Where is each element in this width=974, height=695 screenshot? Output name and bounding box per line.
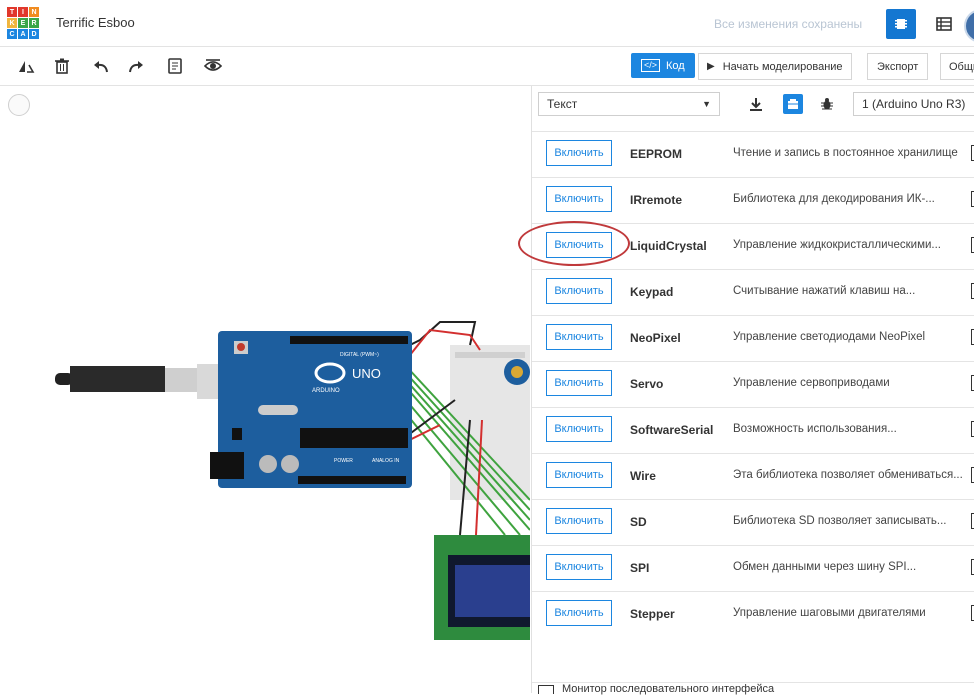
rotate-icon[interactable]: [16, 56, 36, 76]
library-description: Управление сервоприводами: [733, 377, 890, 389]
circuit-canvas[interactable]: ARDUINO UNO DIGITAL (PWM~) POWER ANALOG …: [0, 86, 530, 693]
arduino-uno-board: ARDUINO UNO DIGITAL (PWM~) POWER ANALOG …: [210, 331, 412, 488]
serial-monitor-bar[interactable]: Монитор последовательного интерфейса: [532, 682, 974, 695]
library-description: Возможность использования...: [733, 423, 897, 435]
library-description: Эта библиотека позволяет обмениваться...: [733, 469, 963, 481]
logo-letter: D: [29, 29, 39, 39]
library-description: Библиотека SD позволяет записывать...: [733, 515, 947, 527]
library-row: Включить Stepper Управление шаговыми дви…: [532, 591, 974, 637]
library-row: Включить SoftwareSerial Возможность испо…: [532, 407, 974, 453]
library-description: Чтение и запись в постоянное хранилище: [733, 147, 958, 159]
schematic-view-button[interactable]: [929, 9, 959, 39]
user-avatar[interactable]: [964, 9, 974, 43]
notes-icon[interactable]: [165, 56, 185, 76]
library-description: Считывание нажатий клавиш на...: [733, 285, 916, 297]
library-list: Включить EEPROM Чтение и запись в постоя…: [532, 131, 974, 637]
library-name: SPI: [630, 561, 650, 575]
library-row: Включить Keypad Считывание нажатий клави…: [532, 269, 974, 315]
share-label: Общи: [949, 60, 974, 73]
library-row: Включить Wire Эта библиотека позволяет о…: [532, 453, 974, 499]
code-button[interactable]: </> Код: [631, 53, 695, 78]
library-name: SD: [630, 515, 647, 529]
export-label: Экспорт: [877, 60, 919, 73]
include-library-button[interactable]: Включить: [546, 600, 612, 626]
table-icon: [936, 17, 952, 31]
undo-icon[interactable]: [91, 56, 111, 76]
code-mode-value: Текст: [547, 97, 578, 111]
highlight-annotation-ellipse: [518, 221, 630, 266]
library-description: Управление светодиодами NeoPixel: [733, 331, 926, 343]
library-name: Keypad: [630, 285, 674, 299]
chip-icon: [895, 19, 907, 29]
download-icon[interactable]: [746, 94, 766, 114]
library-name: LiquidCrystal: [630, 239, 707, 253]
library-row: Включить EEPROM Чтение и запись в постоя…: [532, 131, 974, 177]
share-button[interactable]: Общи: [940, 53, 974, 80]
chevron-down-icon: ▼: [702, 99, 711, 109]
board-model-text: UNO: [352, 366, 381, 381]
start-simulation-button[interactable]: ▶ Начать моделирование: [698, 53, 852, 80]
project-title[interactable]: Terrific Esboo: [56, 15, 135, 30]
include-library-button[interactable]: Включить: [546, 370, 612, 396]
logo-letter: E: [18, 18, 28, 28]
include-library-button[interactable]: Включить: [546, 554, 612, 580]
debugger-bug-icon[interactable]: [817, 94, 837, 114]
redo-icon[interactable]: [126, 56, 146, 76]
play-icon: ▶: [707, 61, 715, 72]
include-library-button[interactable]: Включить: [546, 140, 612, 166]
digital-label-text: DIGITAL (PWM~): [340, 352, 379, 358]
library-row: Включить SD Библиотека SD позволяет запи…: [532, 499, 974, 545]
logo-letter: I: [18, 7, 28, 17]
library-name: EEPROM: [630, 147, 683, 161]
library-description: Управление жидкокристаллическими...: [733, 239, 941, 251]
board-brand-text: ARDUINO: [312, 388, 340, 394]
library-name: Servo: [630, 377, 664, 391]
code-panel: Текст ▼ 1 (Arduino Uno R3) Включить EEPR…: [531, 86, 974, 695]
usb-cable: [55, 364, 237, 399]
library-name: NeoPixel: [630, 331, 681, 345]
serial-monitor-label: Монитор последовательного интерфейса: [562, 683, 775, 695]
library-row: Включить Servo Управление сервоприводами: [532, 361, 974, 407]
lcd-display: [434, 535, 530, 640]
include-library-button[interactable]: Включить: [546, 278, 612, 304]
library-icon[interactable]: [783, 94, 803, 114]
visibility-eye-icon[interactable]: [203, 56, 223, 76]
circuit-view-button[interactable]: [886, 9, 916, 39]
library-description: Библиотека для декодирования ИК-...: [733, 193, 935, 205]
code-mode-select[interactable]: Текст ▼: [538, 92, 720, 116]
logo-letter: R: [29, 18, 39, 28]
library-name: SoftwareSerial: [630, 423, 714, 437]
analog-label-text: ANALOG IN: [372, 458, 400, 464]
logo-letter: C: [7, 29, 17, 39]
logo-letter: A: [18, 29, 28, 39]
delete-icon[interactable]: [52, 56, 72, 76]
power-label-text: POWER: [334, 458, 353, 464]
device-select-value: 1 (Arduino Uno R3): [862, 97, 966, 111]
code-button-label: Код: [666, 59, 685, 72]
library-name: Wire: [630, 469, 656, 483]
logo-letter: K: [7, 18, 17, 28]
include-library-button[interactable]: Включить: [546, 416, 612, 442]
top-header: T I N K E R C A D Terrific Esboo Все изм…: [0, 0, 974, 47]
library-row: Включить IRremote Библиотека для декодир…: [532, 177, 974, 223]
library-row: Включить NeoPixel Управление светодиодам…: [532, 315, 974, 361]
library-name: IRremote: [630, 193, 683, 207]
logo-letter: T: [7, 7, 17, 17]
tinkercad-logo[interactable]: T I N K E R C A D: [7, 7, 39, 39]
library-name: Stepper: [630, 607, 675, 621]
include-library-button[interactable]: Включить: [546, 462, 612, 488]
save-status: Все изменения сохранены: [714, 17, 863, 31]
library-row: Включить SPI Обмен данными через шину SP…: [532, 545, 974, 591]
code-icon: </>: [641, 59, 661, 72]
logo-letter: N: [29, 7, 39, 17]
device-select[interactable]: 1 (Arduino Uno R3): [853, 92, 974, 116]
library-description: Обмен данными через шину SPI...: [733, 561, 917, 573]
circuit-drawing: ARDUINO UNO DIGITAL (PWM~) POWER ANALOG …: [55, 321, 530, 640]
include-library-button[interactable]: Включить: [546, 324, 612, 350]
library-description: Управление шаговыми двигателями: [733, 607, 926, 619]
export-button[interactable]: Экспорт: [867, 53, 929, 80]
include-library-button[interactable]: Включить: [546, 186, 612, 212]
include-library-button[interactable]: Включить: [546, 508, 612, 534]
start-simulation-label: Начать моделирование: [722, 60, 843, 73]
